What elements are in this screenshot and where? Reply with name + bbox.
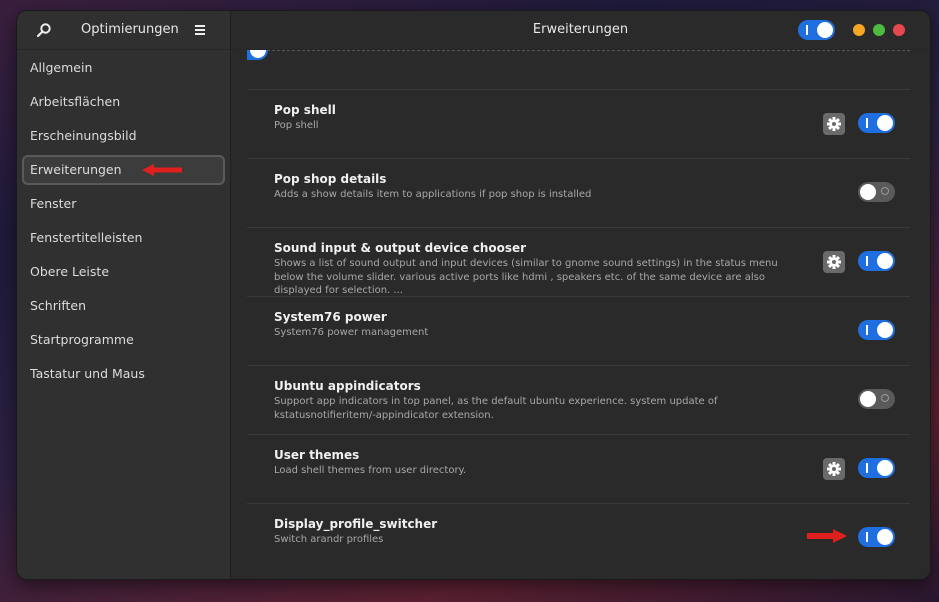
toggle-on-mark-icon xyxy=(866,532,868,542)
sidebar-item-arbeitsflaechen[interactable]: Arbeitsflächen xyxy=(22,87,225,117)
toggle-knob xyxy=(250,50,266,58)
extension-row: Pop shop details Adds a show details ite… xyxy=(247,158,910,227)
extension-row: Sound input & output device chooser Show… xyxy=(247,227,910,296)
tweaks-window: Optimierungen Allgemein Arbeitsflächen E… xyxy=(17,11,930,579)
sidebar-header: Optimierungen xyxy=(17,11,230,50)
extension-name: User themes xyxy=(274,448,360,462)
extension-row: User themes Load shell themes from user … xyxy=(247,434,910,503)
sidebar-item-label: Tastatur und Maus xyxy=(30,366,145,381)
sidebar-item-label: Fenster xyxy=(30,196,77,211)
extension-toggle[interactable] xyxy=(858,182,895,202)
sidebar-item-label: Obere Leiste xyxy=(30,264,110,279)
extension-toggle[interactable] xyxy=(247,50,268,60)
hamburger-menu-icon[interactable] xyxy=(193,23,207,37)
extension-row: Display_profile_switcher Switch arandr p… xyxy=(247,503,910,572)
sidebar-item-fenstertitelleisten[interactable]: Fenstertitelleisten xyxy=(22,223,225,253)
sidebar-item-startprogramme[interactable]: Startprogramme xyxy=(22,325,225,355)
sidebar: Optimierungen Allgemein Arbeitsflächen E… xyxy=(17,11,231,579)
toggle-knob xyxy=(877,322,893,338)
minimize-button[interactable] xyxy=(853,24,865,36)
sidebar-item-allgemein[interactable]: Allgemein xyxy=(22,53,225,83)
toggle-on-mark-icon xyxy=(866,256,868,266)
sidebar-item-label: Arbeitsflächen xyxy=(30,94,121,109)
annotation-arrow-icon xyxy=(807,529,847,543)
toggle-off-mark-icon xyxy=(881,394,889,402)
divider xyxy=(247,50,910,51)
gear-icon[interactable] xyxy=(823,251,845,273)
toggle-knob xyxy=(817,22,833,38)
toggle-on-mark-icon xyxy=(866,463,868,473)
extension-row: Ubuntu appindicators Support app indicat… xyxy=(247,365,910,434)
sidebar-item-label: Erweiterungen xyxy=(30,162,122,177)
sidebar-item-label: Fenstertitelleisten xyxy=(30,230,143,245)
extension-toggle[interactable] xyxy=(858,527,895,547)
extension-name: Pop shop details xyxy=(274,172,387,186)
sidebar-title: Optimierungen xyxy=(81,22,179,37)
extension-name: System76 power xyxy=(274,310,387,324)
toggle-on-mark-icon xyxy=(866,118,868,128)
sidebar-item-erweiterungen[interactable]: Erweiterungen xyxy=(22,155,225,185)
toggle-knob xyxy=(877,253,893,269)
extension-description: Adds a show details item to applications… xyxy=(274,189,592,200)
extension-row: System76 power System76 power management xyxy=(247,296,910,365)
toggle-knob xyxy=(877,529,893,545)
sidebar-item-label: Schriften xyxy=(30,298,87,313)
extensions-list: Pop shell Pop shell Pop shop details Add… xyxy=(247,50,910,579)
sidebar-item-fenster[interactable]: Fenster xyxy=(22,189,225,219)
extension-description: Support app indicators in top panel, as … xyxy=(274,396,718,421)
extension-name: Pop shell xyxy=(274,103,336,117)
extension-name: Ubuntu appindicators xyxy=(274,379,421,393)
toggle-off-mark-icon xyxy=(881,187,889,195)
sidebar-item-label: Startprogramme xyxy=(30,332,134,347)
extension-description: Pop shell xyxy=(274,120,319,131)
annotation-arrow-icon xyxy=(142,164,182,176)
extension-toggle[interactable] xyxy=(858,320,895,340)
extension-description: System76 power management xyxy=(274,327,429,338)
extension-description: Shows a list of sound output and input d… xyxy=(274,258,778,296)
toggle-on-mark-icon xyxy=(866,325,868,335)
sidebar-item-schriften[interactable]: Schriften xyxy=(22,291,225,321)
toggle-knob xyxy=(877,460,893,476)
close-button[interactable] xyxy=(893,24,905,36)
extension-description: Switch arandr profiles xyxy=(274,534,384,545)
sidebar-item-erscheinungsbild[interactable]: Erscheinungsbild xyxy=(22,121,225,151)
extension-name: Display_profile_switcher xyxy=(274,517,438,531)
extension-toggle[interactable] xyxy=(858,251,895,271)
maximize-button[interactable] xyxy=(873,24,885,36)
gear-icon[interactable] xyxy=(823,113,845,135)
sidebar-item-label: Erscheinungsbild xyxy=(30,128,137,143)
extension-name: Sound input & output device chooser xyxy=(274,241,527,255)
sidebar-item-label: Allgemein xyxy=(30,60,93,75)
extension-toggle[interactable] xyxy=(858,113,895,133)
extension-row: Pop shell Pop shell xyxy=(247,89,910,158)
gear-icon[interactable] xyxy=(823,458,845,480)
toggle-knob xyxy=(860,184,876,200)
search-icon[interactable] xyxy=(36,22,52,38)
main-header: Erweiterungen xyxy=(231,11,930,50)
toggle-knob xyxy=(877,115,893,131)
main-panel: Erweiterungen Pop shell Pop shell Pop sh… xyxy=(231,11,930,579)
sidebar-list: Allgemein Arbeitsflächen Erscheinungsbil… xyxy=(17,49,230,393)
extension-toggle[interactable] xyxy=(858,458,895,478)
extension-toggle[interactable] xyxy=(858,389,895,409)
toggle-knob xyxy=(860,391,876,407)
extensions-master-toggle[interactable] xyxy=(798,20,835,40)
extension-description: Load shell themes from user directory. xyxy=(274,465,467,476)
sidebar-item-obere-leiste[interactable]: Obere Leiste xyxy=(22,257,225,287)
sidebar-item-tastatur-und-maus[interactable]: Tastatur und Maus xyxy=(22,359,225,389)
toggle-on-mark-icon xyxy=(806,25,808,35)
